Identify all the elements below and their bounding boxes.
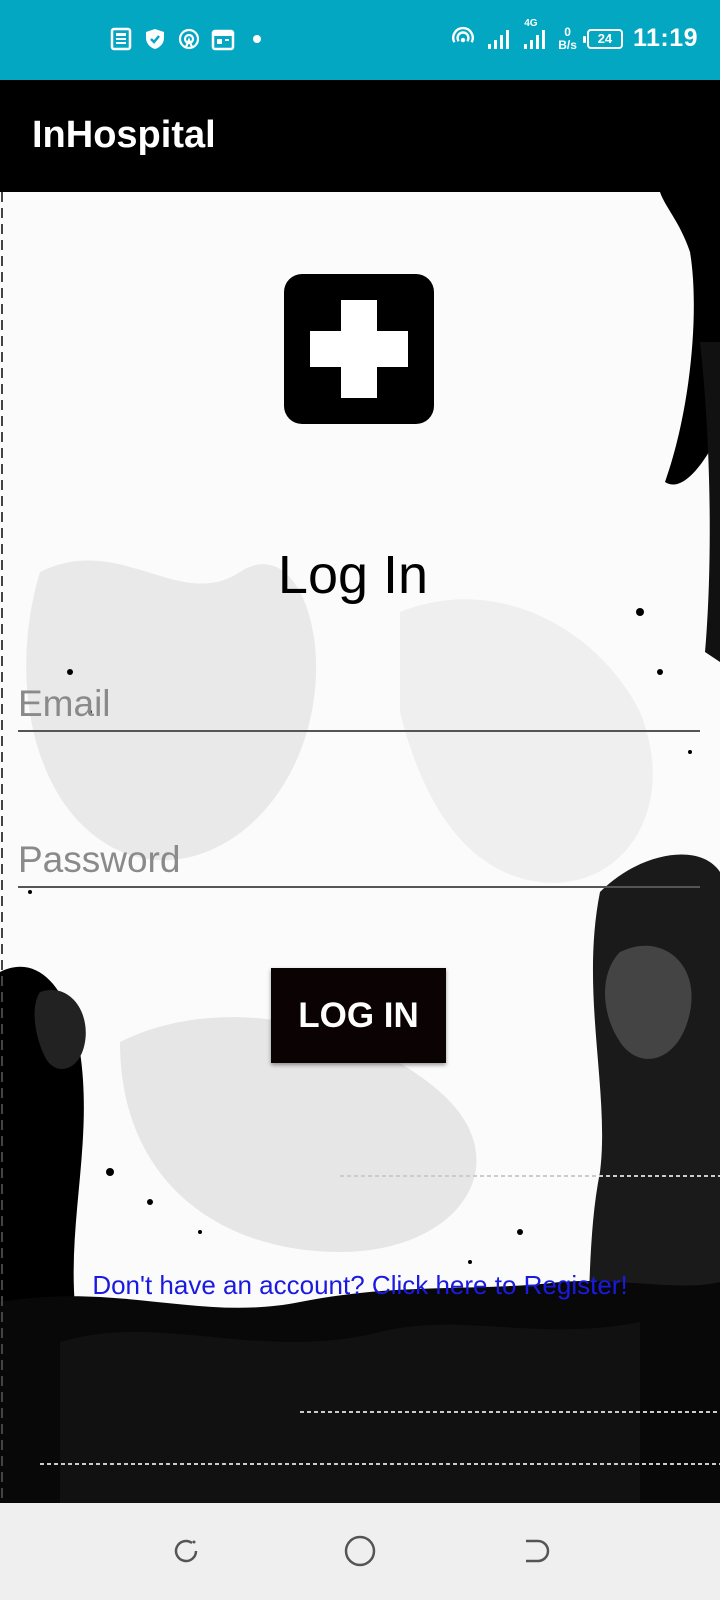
- net-speed: 0 B/s: [558, 24, 577, 52]
- hotspot-icon: [450, 26, 476, 52]
- app-bar: InHospital: [0, 80, 720, 192]
- shield-icon: [142, 26, 168, 52]
- signal-4g-icon: 4G: [522, 18, 548, 52]
- login-screen: Log In LOG IN Don't have an account? Cli…: [0, 192, 720, 1503]
- calendar-icon: [210, 26, 236, 52]
- navigation-bar: [0, 1503, 720, 1600]
- register-link[interactable]: Don't have an account? Click here to Reg…: [0, 1270, 720, 1301]
- login-heading: Log In: [277, 545, 429, 605]
- status-left-icons: [108, 26, 270, 52]
- medical-cross-icon: [284, 274, 434, 424]
- recent-apps-icon[interactable]: [168, 1533, 204, 1569]
- hotspot-icon: [176, 26, 202, 52]
- password-field[interactable]: [18, 834, 700, 888]
- net-speed-unit: B/s: [558, 37, 577, 52]
- email-field[interactable]: [18, 678, 700, 732]
- signal-icon: [486, 26, 512, 52]
- news-icon: [108, 26, 134, 52]
- app-title: InHospital: [32, 114, 216, 156]
- status-right-icons: 4G 0 B/s 24 11:19: [450, 18, 698, 53]
- battery-icon: 24: [582, 28, 623, 49]
- network-type-label: 4G: [524, 17, 538, 29]
- battery-level: 24: [597, 31, 613, 46]
- status-bar: 4G 0 B/s 24 11:19: [0, 0, 720, 80]
- login-button[interactable]: LOG IN: [271, 968, 446, 1063]
- home-icon[interactable]: [342, 1533, 378, 1569]
- dot-icon: [244, 26, 270, 52]
- back-icon[interactable]: [516, 1533, 552, 1569]
- clock: 11:19: [632, 24, 698, 52]
- net-speed-value: 0: [564, 24, 571, 39]
